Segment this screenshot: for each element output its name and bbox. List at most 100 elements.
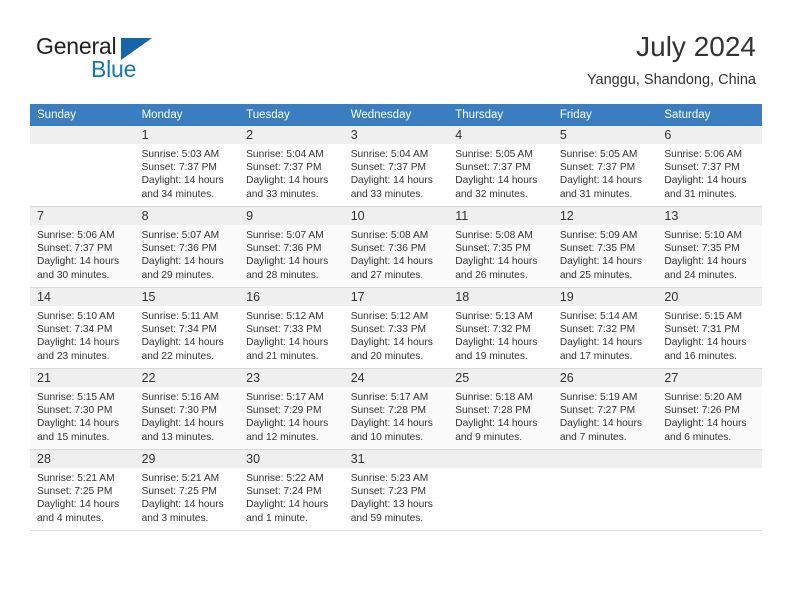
day-number: 5 [552,126,658,144]
logo-text-blue: Blue [91,56,137,82]
day-details: Sunrise: 5:19 AM Sunset: 7:27 PM Daylight:… [553,387,658,444]
calendar-day-cell[interactable]: 6 Sunrise: 5:06 AM Sunset: 7:37 PM Daylight… [657,126,762,207]
calendar-day-cell[interactable]: 9 Sunrise: 5:07 AM Sunset: 7:36 PM Daylight… [239,206,344,288]
sunrise-text: Sunrise: 5:10 AM [37,311,115,322]
calendar-day-cell[interactable]: 24 Sunrise: 5:17 AM Sunset: 7:28 PM Dayligh… [343,368,449,450]
sunset-text: Sunset: 7:28 PM [350,405,427,417]
sunset-text: Sunset: 7:23 PM [350,486,427,498]
sunrise-text: Sunrise: 5:12 AM [246,311,324,322]
day-details: Sunrise: 5:06 AM Sunset: 7:37 PM Daylight:… [30,225,135,282]
sunrise-text: Sunrise: 5:17 AM [350,392,429,403]
sunset-text: Sunset: 7:35 PM [664,243,740,255]
calendar-day-cell[interactable]: 31 Sunrise: 5:23 AM Sunset: 7:23 PM Dayligh… [343,449,449,531]
sunset-text: Sunset: 7:24 PM [246,486,322,498]
calendar-day-cell[interactable]: 2 Sunrise: 5:04 AM Sunset: 7:37 PM Daylight… [239,126,344,207]
calendar-week-row: 21 Sunrise: 5:15 AM Sunset: 7:30 PM Dayligh… [30,368,762,450]
calendar-day-cell[interactable]: 27 Sunrise: 5:20 AM Sunset: 7:26 PM Dayligh… [657,368,762,450]
daylight-text: Daylight: 14 hours and 20 minutes. [350,337,433,362]
day-details: Sunrise: 5:12 AM Sunset: 7:33 PM Daylight:… [239,306,344,363]
day-details: Sunrise: 5:10 AM Sunset: 7:34 PM Daylight:… [30,306,135,363]
day-number: 27 [657,369,762,387]
calendar-day-cell[interactable]: 12 Sunrise: 5:09 AM Sunset: 7:35 PM Dayligh… [552,206,658,288]
day-number: 12 [552,207,658,225]
calendar-day-cell[interactable]: 22 Sunrise: 5:16 AM Sunset: 7:30 PM Dayligh… [134,368,240,450]
daylight-text: Daylight: 14 hours and 30 minutes. [37,256,120,281]
calendar-day-cell[interactable]: 18 Sunrise: 5:13 AM Sunset: 7:32 PM Dayligh… [448,287,553,369]
sunset-text: Sunset: 7:33 PM [246,324,322,336]
day-details: Sunrise: 5:14 AM Sunset: 7:32 PM Daylight:… [553,306,658,363]
calendar-day-cell[interactable]: 14 Sunrise: 5:10 AM Sunset: 7:34 PM Dayligh… [30,287,135,369]
calendar-day-cell[interactable]: 29 Sunrise: 5:21 AM Sunset: 7:25 PM Dayligh… [134,449,240,531]
calendar-week-row: 1 Sunrise: 5:03 AM Sunset: 7:37 PM Daylight… [30,126,762,207]
sunrise-text: Sunrise: 5:16 AM [141,392,220,403]
calendar-day-cell[interactable]: 4 Sunrise: 5:05 AM Sunset: 7:37 PM Daylight… [448,126,553,207]
calendar-day-cell[interactable]: 21 Sunrise: 5:15 AM Sunset: 7:30 PM Dayligh… [30,368,135,450]
calendar-day-cell[interactable]: 30 Sunrise: 5:22 AM Sunset: 7:24 PM Dayligh… [239,449,344,531]
day-number: 11 [448,207,553,225]
sunrise-text: Sunrise: 5:14 AM [559,311,638,322]
calendar-day-cell[interactable]: 26 Sunrise: 5:19 AM Sunset: 7:27 PM Dayligh… [552,368,658,450]
sunset-text: Sunset: 7:28 PM [455,405,531,417]
generalblue-logo[interactable]: General Blue [36,33,236,91]
day-number: 16 [239,288,344,306]
day-details: Sunrise: 5:05 AM Sunset: 7:37 PM Daylight:… [448,144,553,201]
calendar-day-cell[interactable]: 17 Sunrise: 5:12 AM Sunset: 7:33 PM Dayligh… [343,287,449,369]
weekday-header-thursday: Thursday [448,104,553,126]
daylight-text: Daylight: 14 hours and 21 minutes. [246,337,329,362]
weekday-header-wednesday: Wednesday [343,104,449,126]
calendar-day-cell[interactable]: 8 Sunrise: 5:07 AM Sunset: 7:36 PM Daylight… [134,206,240,288]
sunrise-text: Sunrise: 5:10 AM [664,230,742,241]
sunset-text: Sunset: 7:37 PM [455,162,531,174]
sunset-text: Sunset: 7:37 PM [350,162,427,174]
day-number: 22 [134,369,240,387]
daylight-text: Daylight: 14 hours and 3 minutes. [141,499,224,524]
calendar-day-cell[interactable]: 7 Sunrise: 5:06 AM Sunset: 7:37 PM Daylight… [30,206,135,288]
weekday-header-sunday: Sunday [30,104,135,126]
day-details: Sunrise: 5:17 AM Sunset: 7:29 PM Daylight:… [239,387,344,444]
sunrise-text: Sunrise: 5:19 AM [559,392,638,403]
sunset-text: Sunset: 7:36 PM [246,243,322,255]
day-number: 25 [448,369,553,387]
calendar-day-cell[interactable]: 5 Sunrise: 5:05 AM Sunset: 7:37 PM Daylight… [552,126,658,207]
sunset-text: Sunset: 7:26 PM [664,405,740,417]
day-details: Sunrise: 5:04 AM Sunset: 7:37 PM Daylight:… [344,144,449,201]
day-number: 2 [239,126,344,144]
sunset-text: Sunset: 7:37 PM [559,162,636,174]
calendar-day-cell[interactable]: 11 Sunrise: 5:08 AM Sunset: 7:35 PM Dayligh… [448,206,553,288]
calendar-day-cell[interactable]: 16 Sunrise: 5:12 AM Sunset: 7:33 PM Dayligh… [239,287,344,369]
calendar-day-cell[interactable]: 20 Sunrise: 5:15 AM Sunset: 7:31 PM Dayligh… [657,287,762,369]
day-number: 7 [30,207,135,225]
calendar-day-cell[interactable]: 28 Sunrise: 5:21 AM Sunset: 7:25 PM Dayligh… [30,449,135,531]
calendar-day-cell[interactable]: 15 Sunrise: 5:11 AM Sunset: 7:34 PM Dayligh… [134,287,240,369]
calendar-day-cell[interactable]: 13 Sunrise: 5:10 AM Sunset: 7:35 PM Dayligh… [657,206,762,288]
daylight-text: Daylight: 14 hours and 33 minutes. [246,175,329,200]
calendar-day-cell[interactable]: 23 Sunrise: 5:17 AM Sunset: 7:29 PM Dayligh… [239,368,344,450]
day-details: Sunrise: 5:04 AM Sunset: 7:37 PM Daylight:… [239,144,344,201]
day-details: Sunrise: 5:11 AM Sunset: 7:34 PM Daylight:… [135,306,240,363]
day-number: 8 [134,207,240,225]
calendar-day-cell-empty [448,449,553,531]
day-details: Sunrise: 5:17 AM Sunset: 7:28 PM Daylight:… [344,387,449,444]
calendar-day-cell[interactable]: 1 Sunrise: 5:03 AM Sunset: 7:37 PM Daylight… [134,126,240,207]
daylight-text: Daylight: 14 hours and 19 minutes. [455,337,538,362]
daylight-text: Daylight: 14 hours and 7 minutes. [559,418,642,443]
sunset-text: Sunset: 7:25 PM [141,486,217,498]
calendar-day-cell[interactable]: 10 Sunrise: 5:08 AM Sunset: 7:36 PM Dayligh… [343,206,449,288]
day-number: 21 [30,369,135,387]
weekday-header-monday: Monday [134,104,240,126]
daylight-text: Daylight: 14 hours and 16 minutes. [664,337,747,362]
weekday-header-tuesday: Tuesday [239,104,344,126]
title-block: July 2024 Yanggu, Shandong, China [587,30,756,89]
sunset-text: Sunset: 7:35 PM [455,243,531,255]
daylight-text: Daylight: 14 hours and 28 minutes. [246,256,329,281]
sunset-text: Sunset: 7:34 PM [37,324,113,336]
day-details: Sunrise: 5:15 AM Sunset: 7:31 PM Daylight:… [657,306,762,363]
calendar-day-cell[interactable]: 19 Sunrise: 5:14 AM Sunset: 7:32 PM Dayligh… [552,287,658,369]
sunset-text: Sunset: 7:32 PM [559,324,636,336]
calendar-body: 1 Sunrise: 5:03 AM Sunset: 7:37 PM Daylight… [30,126,762,531]
calendar-day-cell[interactable]: 25 Sunrise: 5:18 AM Sunset: 7:28 PM Dayligh… [448,368,553,450]
calendar-day-cell[interactable]: 3 Sunrise: 5:04 AM Sunset: 7:37 PM Daylight… [343,126,449,207]
daylight-text: Daylight: 14 hours and 17 minutes. [559,337,642,362]
page-subtitle-location: Yanggu, Shandong, China [586,72,756,88]
daylight-text: Daylight: 14 hours and 12 minutes. [246,418,329,443]
